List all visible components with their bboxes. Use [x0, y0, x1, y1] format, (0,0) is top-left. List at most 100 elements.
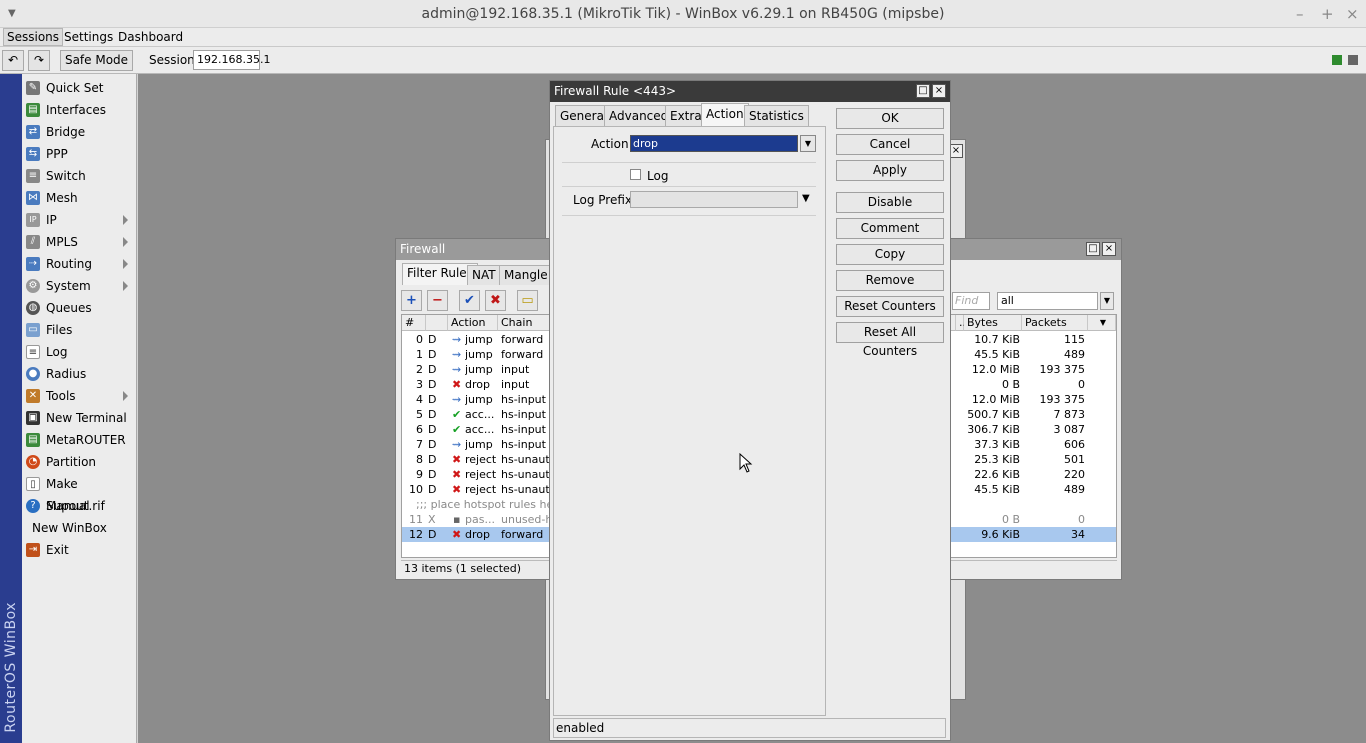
undo-button[interactable]: ↶	[2, 50, 24, 71]
sidebar-item-interfaces[interactable]: ▤ Interfaces	[22, 99, 136, 121]
sidebar-item-exit[interactable]: ⇥ Exit	[22, 539, 136, 561]
col-number[interactable]: #	[402, 315, 426, 331]
reset-counters-button[interactable]: Reset Counters	[836, 296, 944, 317]
row-bytes: 306.7 KiB	[967, 423, 1020, 436]
disable-rule-icon[interactable]: ✖	[485, 290, 506, 311]
comment-rule-icon[interactable]: ▭	[517, 290, 538, 311]
row-chain: unused-hs-chain	[501, 513, 551, 526]
tab-statistics[interactable]: Statistics	[744, 105, 809, 126]
row-action: jump	[465, 363, 493, 376]
sidebar-item-mpls[interactable]: ⫽ MPLS	[22, 231, 136, 253]
col-more[interactable]: ..	[956, 315, 966, 331]
safe-mode-button[interactable]: Safe Mode	[60, 50, 133, 71]
sidebar-item-label: Files	[46, 323, 73, 337]
row-flag: D	[428, 468, 437, 481]
menu-dashboard[interactable]: Dashboard	[115, 30, 186, 44]
row-packets: 0	[1078, 513, 1085, 526]
sidebar-item-new-winbox[interactable]: New WinBox	[22, 517, 136, 539]
dialog-close-icon[interactable]: ×	[932, 84, 946, 98]
sidebar-item-label: Manual	[46, 499, 90, 513]
exit-icon: ⇥	[26, 543, 40, 557]
jump-icon: ⇝	[452, 393, 462, 406]
sidebar-item-switch[interactable]: ≡ Switch	[22, 165, 136, 187]
tab-advanced[interactable]: Advanced	[604, 105, 674, 126]
log-checkbox[interactable]	[630, 169, 641, 180]
ok-button[interactable]: OK	[836, 108, 944, 129]
comment-button[interactable]: Comment	[836, 218, 944, 239]
row-bytes: 500.7 KiB	[967, 408, 1020, 421]
row-action: acc...	[465, 423, 495, 436]
log-prefix-dropdown-icon[interactable]: ▼	[802, 193, 810, 204]
tab-action[interactable]: Action	[701, 103, 749, 126]
columns-menu-icon[interactable]: ▼	[1088, 315, 1116, 331]
row-packets: 3 087	[1053, 423, 1086, 436]
row-action: reject	[465, 468, 497, 481]
minimize-button[interactable]: –	[1296, 5, 1304, 23]
row-packets: 489	[1064, 483, 1085, 496]
firewall-maximize-icon[interactable]: □	[1086, 242, 1100, 256]
menu-settings[interactable]: Settings	[61, 30, 116, 44]
sidebar-item-radius[interactable]: ● Radius	[22, 363, 136, 385]
firewall-close-icon[interactable]: ×	[1102, 242, 1116, 256]
sidebar-item-routing[interactable]: ⇢ Routing	[22, 253, 136, 275]
row-flag: D	[428, 438, 437, 451]
sidebar-item-label: MetaROUTER	[46, 433, 126, 447]
sidebar-item-metarouter[interactable]: ▤ MetaROUTER	[22, 429, 136, 451]
menu-sessions[interactable]: Sessions	[3, 28, 64, 46]
col-action[interactable]: Action	[448, 315, 498, 331]
row-packets: 606	[1064, 438, 1085, 451]
maximize-button[interactable]: +	[1321, 5, 1334, 23]
dialog-maximize-icon[interactable]: □	[916, 84, 930, 98]
sidebar-item-label: Exit	[46, 543, 69, 557]
sidebar-item-ip[interactable]: IP IP	[22, 209, 136, 231]
sidebar-item-queues[interactable]: ◍ Queues	[22, 297, 136, 319]
sidebar-item-manual[interactable]: ? Manual	[22, 495, 136, 517]
submenu-arrow-icon	[123, 237, 128, 247]
sidebar-item-system[interactable]: ⚙ System	[22, 275, 136, 297]
col-bytes[interactable]: Bytes	[964, 315, 1022, 331]
partition-icon: ◔	[26, 455, 40, 469]
enable-rule-icon[interactable]: ✔	[459, 290, 480, 311]
mouse-cursor-icon	[739, 453, 753, 473]
col-packets[interactable]: Packets	[1022, 315, 1088, 331]
sidebar-item-label: New WinBox	[32, 521, 107, 535]
sidebar-item-ppp[interactable]: ⇆ PPP	[22, 143, 136, 165]
filter-select[interactable]: all	[997, 292, 1098, 310]
sidebar-item-quick-set[interactable]: ✎ Quick Set	[22, 77, 136, 99]
row-number: 0	[416, 333, 423, 346]
background-close-icon[interactable]: ×	[949, 144, 963, 158]
close-button[interactable]: ×	[1346, 5, 1359, 23]
ip-icon: IP	[26, 213, 40, 227]
disable-button[interactable]: Disable	[836, 192, 944, 213]
session-field[interactable]: 192.168.35.1	[193, 50, 270, 70]
col-flag[interactable]	[426, 315, 448, 331]
action-dropdown-icon[interactable]: ▼	[800, 135, 816, 152]
sidebar-item-new-terminal[interactable]: ▣ New Terminal	[22, 407, 136, 429]
tab-nat[interactable]: NAT	[467, 265, 501, 285]
find-input[interactable]: Find	[952, 292, 990, 310]
sidebar-item-files[interactable]: ▭ Files	[22, 319, 136, 341]
terminal-icon: ▣	[26, 411, 40, 425]
apply-button[interactable]: Apply	[836, 160, 944, 181]
redo-button[interactable]: ↷	[28, 50, 50, 71]
dialog-status: enabled	[553, 718, 946, 738]
log-prefix-input[interactable]	[630, 191, 798, 208]
reset-all-counters-button[interactable]: Reset All Counters	[836, 322, 944, 358]
add-rule-icon[interactable]: +	[401, 290, 422, 311]
sidebar-item-log[interactable]: ≡ Log	[22, 341, 136, 363]
sidebar-item-make-supout[interactable]: ▯ Make Supout.rif	[22, 473, 136, 513]
cancel-button[interactable]: Cancel	[836, 134, 944, 155]
remove-button[interactable]: Remove	[836, 270, 944, 291]
sidebar-item-partition[interactable]: ◔ Partition	[22, 451, 136, 473]
sidebar-item-mesh[interactable]: ⋈ Mesh	[22, 187, 136, 209]
copy-button[interactable]: Copy	[836, 244, 944, 265]
row-packets: 501	[1064, 453, 1085, 466]
action-select[interactable]: drop	[630, 135, 798, 152]
row-bytes: 9.6 KiB	[981, 528, 1020, 541]
filter-dropdown-icon[interactable]: ▼	[1100, 292, 1114, 310]
log-icon: ≡	[26, 345, 40, 359]
sidebar-item-bridge[interactable]: ⇄ Bridge	[22, 121, 136, 143]
remove-rule-icon[interactable]: −	[427, 290, 448, 311]
tab-mangle[interactable]: Mangle	[499, 265, 553, 285]
sidebar-item-tools[interactable]: ✕ Tools	[22, 385, 136, 407]
